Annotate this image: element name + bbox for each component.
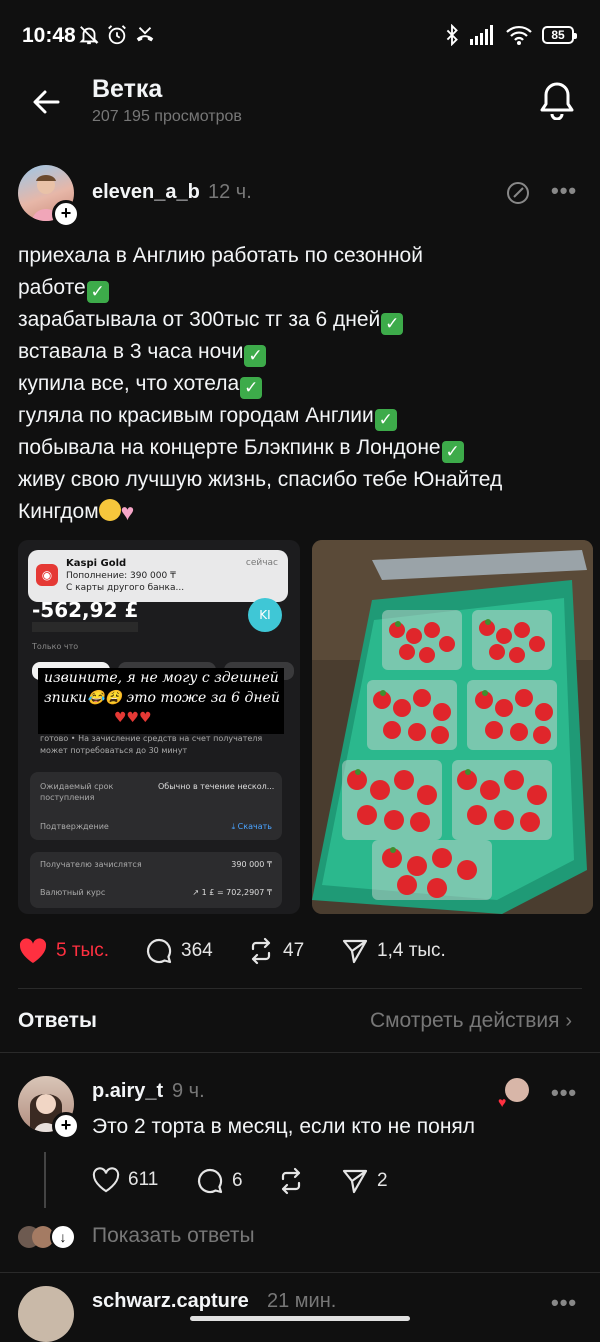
- reply-username[interactable]: p.airy_t: [92, 1080, 163, 1103]
- teary-face-emoji-icon: [98, 499, 121, 521]
- status-right-icons: 85: [444, 24, 577, 46]
- like-button[interactable]: 5 тыс.: [18, 937, 109, 965]
- image-caption-overlay: извините, я не могу с здешней зпики😂😩 эт…: [38, 668, 284, 734]
- comment-icon: [147, 938, 172, 964]
- share-count: 1,4 тыс.: [377, 940, 446, 961]
- reply-more-icon[interactable]: •••: [551, 1080, 577, 1106]
- view-activity-link[interactable]: Смотреть действия ›: [370, 1009, 572, 1033]
- post-more-icon[interactable]: •••: [551, 178, 577, 204]
- check-emoji-icon: ✓: [86, 281, 109, 303]
- post-line: работе ✓: [18, 272, 583, 304]
- repost-icon: [281, 1167, 301, 1195]
- check-emoji-icon: ✓: [441, 441, 464, 463]
- divider: [18, 988, 582, 989]
- reply-text: Это 2 торта в месяц, если кто не понял: [92, 1115, 476, 1138]
- follow-plus-badge[interactable]: +: [52, 1112, 80, 1140]
- post-body: приехала в Англию работать по сезонной р…: [18, 240, 583, 528]
- author-liked-heart-icon: ♥: [498, 1094, 507, 1110]
- check-emoji-icon: ✓: [240, 377, 263, 399]
- check-emoji-icon: ✓: [244, 345, 267, 367]
- check-emoji-icon: ✓: [381, 313, 404, 335]
- edit-history-icon[interactable]: [505, 180, 531, 211]
- post-line: побывала на концерте Блэкпинк в Лондоне ✓: [18, 432, 583, 464]
- reply-time: 9 ч.: [172, 1080, 205, 1102]
- next-reply-avatar[interactable]: [18, 1286, 74, 1342]
- bell-muted-icon: [79, 26, 99, 45]
- chevron-right-icon: ›: [565, 1010, 572, 1032]
- next-reply-more-icon[interactable]: •••: [551, 1290, 577, 1316]
- reply-comment-count: 6: [232, 1170, 243, 1191]
- reply-repost-button[interactable]: [277, 1167, 305, 1195]
- follow-plus-badge[interactable]: +: [52, 200, 80, 228]
- reply-share-count: 2: [377, 1170, 388, 1191]
- like-count: 5 тыс.: [56, 940, 109, 961]
- replies-title: Ответы: [18, 1009, 97, 1032]
- missed-call-icon: [136, 27, 154, 42]
- repost-count: 47: [283, 940, 305, 961]
- comment-button[interactable]: 364: [145, 937, 213, 965]
- post-time: 12 ч.: [208, 181, 252, 203]
- post-line: зарабатывала от 300тыс тг за 6 дней ✓: [18, 304, 583, 336]
- share-icon: [342, 1169, 368, 1194]
- share-icon: [342, 939, 368, 964]
- post-line: приехала в Англию работать по сезонной: [18, 244, 423, 267]
- author-liked-avatar: [505, 1078, 529, 1102]
- comment-count: 364: [181, 940, 213, 961]
- home-indicator[interactable]: [190, 1316, 410, 1321]
- status-bar: 10:48 85: [0, 0, 600, 70]
- thread-line: [44, 1152, 46, 1208]
- bluetooth-icon: [446, 24, 458, 46]
- next-reply-time: 21 мин.: [267, 1290, 337, 1312]
- next-reply-username[interactable]: schwarz.capture: [92, 1290, 249, 1313]
- signal-icon: [470, 25, 493, 45]
- reply-like-count: 611: [128, 1169, 159, 1190]
- kaspi-icon: ◉: [36, 564, 58, 586]
- post-line: вставала в 3 часа ночи ✓: [18, 336, 583, 368]
- bank-notification: ◉ Kaspi Gold сейчас Пополнение: 390 000 …: [28, 550, 288, 602]
- repost-button[interactable]: 47: [247, 937, 304, 965]
- heart-icon: [92, 1167, 120, 1193]
- check-emoji-icon: ✓: [374, 409, 397, 431]
- post-image-strawberries[interactable]: [312, 540, 593, 914]
- divider: [0, 1272, 600, 1273]
- post-line: гуляла по красивым городам Англии ✓: [18, 400, 583, 432]
- page-title: Ветка: [92, 75, 163, 103]
- reply-like-button[interactable]: 611: [92, 1167, 158, 1193]
- notifications-button[interactable]: [538, 80, 576, 121]
- bell-icon: [540, 82, 574, 121]
- reply-avatars-stack: ↓: [18, 1224, 76, 1250]
- post-line: купила все, что хотела ✓: [18, 368, 583, 400]
- post-image-bank-screenshot[interactable]: ◉ Kaspi Gold сейчас Пополнение: 390 000 …: [18, 540, 300, 914]
- alarm-icon: [108, 25, 126, 45]
- post-line: Кингдом ♥: [18, 496, 583, 528]
- battery-indicator: 85: [542, 26, 577, 44]
- reply-share-button[interactable]: 2: [341, 1167, 388, 1195]
- arrow-left-icon: [33, 90, 60, 114]
- comment-icon: [198, 1168, 223, 1194]
- status-time: 10:48: [22, 24, 76, 47]
- divider: [0, 1052, 600, 1053]
- pink-heart-emoji-icon: ♥: [120, 499, 135, 525]
- view-count: 207 195 просмотров: [92, 108, 242, 125]
- back-button[interactable]: [28, 84, 64, 120]
- repost-icon: [251, 937, 271, 965]
- post-username[interactable]: eleven_a_b: [92, 181, 200, 204]
- reply-comment-button[interactable]: 6: [196, 1167, 243, 1195]
- post-line: живу свою лучшую жизнь, спасибо тебе Юна…: [18, 468, 503, 491]
- heart-filled-icon: [19, 938, 47, 963]
- share-button[interactable]: 1,4 тыс.: [341, 937, 446, 965]
- status-left-icons: [78, 24, 156, 46]
- wifi-icon: [506, 25, 532, 45]
- show-replies-link[interactable]: Показать ответы: [92, 1224, 255, 1248]
- arrow-down-icon: ↓: [50, 1224, 76, 1250]
